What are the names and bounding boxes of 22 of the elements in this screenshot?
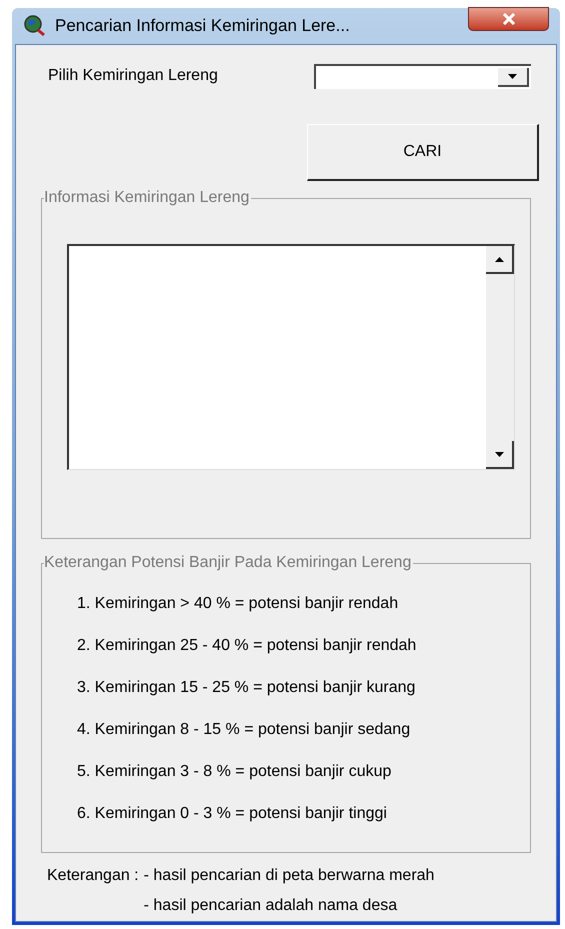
scroll-down-icon <box>494 452 504 456</box>
scroll-up-icon <box>494 256 504 262</box>
window-title: Pencarian Informasi Kemiringan Lere... <box>55 15 351 38</box>
legend-item: 3. Kemiringan 15 - 25 % = potensi banjir kurang <box>77 678 416 698</box>
legend-item: 5. Kemiringan 3 - 8 % = potensi banjir cukup <box>77 762 392 782</box>
group-title: Keterangan Potensi Banjir Pada Kemiringan Lereng <box>44 553 414 573</box>
note-line: - hasil pencarian di peta berwarna merah <box>144 866 434 886</box>
close-icon <box>502 13 516 25</box>
notes-label: Keterangan : <box>47 866 140 886</box>
globe-magnifier-icon <box>23 15 47 37</box>
scrollbar[interactable] <box>486 246 514 469</box>
slope-dropdown[interactable] <box>314 64 531 88</box>
note-line: - hasil pencarian adalah nama desa <box>144 896 398 916</box>
legend-item: 1. Kemiringan > 40 % = potensi banjir rendah <box>77 594 400 614</box>
legend-item: 2. Kemiringan 25 - 40 % = potensi banjir rendah <box>77 636 418 656</box>
group-title: Informasi Kemiringan Lereng <box>44 188 252 208</box>
dropdown-arrow-icon <box>508 74 517 78</box>
legend-item: 4. Kemiringan 8 - 15 % = potensi banjir sedang <box>77 720 412 740</box>
search-button[interactable]: CARI <box>307 124 539 181</box>
legend-item: 6. Kemiringan 0 - 3 % = potensi banjir tinggi <box>77 804 388 824</box>
select-label: Pilih Kemiringan Lereng <box>48 66 218 86</box>
close-button[interactable] <box>468 7 549 31</box>
